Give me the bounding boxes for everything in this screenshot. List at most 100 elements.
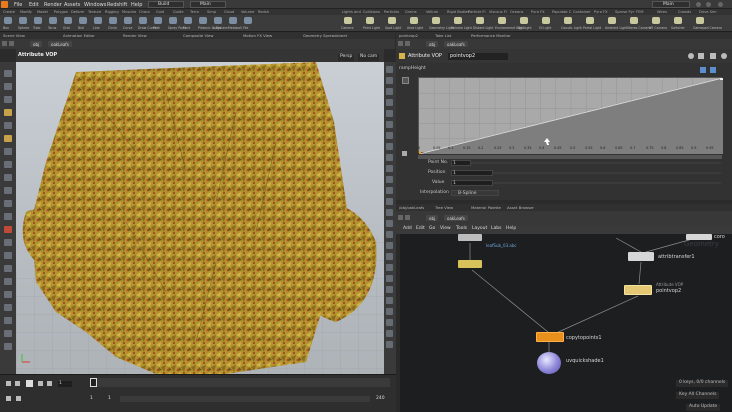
shelf-tab[interactable]: Simp — [207, 10, 216, 14]
value-slider[interactable] — [493, 182, 721, 184]
shelf-tab[interactable]: Polygon — [54, 10, 68, 14]
viewport-tool-icon[interactable] — [4, 343, 12, 350]
display-option-icon[interactable] — [386, 176, 393, 183]
net-menu-help[interactable]: Help — [506, 226, 516, 232]
shelf-tab[interactable]: Cloud — [224, 10, 234, 14]
display-option-icon[interactable] — [386, 99, 393, 106]
shelf-tab[interactable]: Texture — [88, 10, 101, 14]
shelf-tool-icon[interactable] — [94, 17, 102, 24]
forward-icon[interactable] — [405, 41, 410, 46]
menu-render[interactable]: Render — [44, 2, 62, 8]
shelf-tab[interactable]: Volume — [241, 10, 254, 14]
shelf-tab-right[interactable]: Particles — [384, 10, 399, 14]
node-name-field[interactable]: pointvop2 — [448, 53, 508, 60]
net-menu-view[interactable]: View — [440, 226, 451, 232]
auto-update[interactable]: Auto Update — [686, 404, 721, 411]
shelf-tool-icon[interactable] — [244, 17, 252, 24]
current-frame-field[interactable]: 1 — [58, 381, 72, 387]
shelf-tab[interactable]: Muscles — [122, 10, 136, 14]
shelf-tool-icon[interactable] — [184, 17, 192, 24]
viewport-tool-icon[interactable] — [4, 96, 12, 103]
shelf-tab[interactable]: Create — [3, 10, 15, 14]
shelf-tab-right[interactable]: Sparse Pyr — [615, 10, 634, 14]
node-copytopoints[interactable] — [536, 332, 564, 342]
display-option-icon[interactable] — [386, 220, 393, 227]
path-oakleafs[interactable]: oakLeafs — [48, 41, 72, 47]
help-icon[interactable] — [698, 53, 704, 59]
shelf-tool-icon[interactable] — [139, 17, 147, 24]
network-pane-tab[interactable]: Material Palette — [471, 205, 501, 210]
shelf-tool-icon[interactable] — [169, 17, 177, 24]
back-icon[interactable] — [398, 41, 403, 46]
display-option-icon[interactable] — [386, 297, 393, 304]
net-menu-layout[interactable]: Layout — [472, 226, 487, 232]
viewport-tool-icon[interactable] — [4, 200, 12, 207]
frame-playhead[interactable] — [90, 378, 97, 387]
viewport-tool-icon[interactable] — [4, 291, 12, 298]
node-corner[interactable] — [686, 234, 712, 240]
shelf-tab-right[interactable]: Pyro FX — [531, 10, 545, 14]
light-tool-icon[interactable] — [696, 17, 704, 24]
shelf-tab[interactable]: Chara — [139, 10, 150, 14]
display-option-icon[interactable] — [386, 264, 393, 271]
display-option-icon[interactable] — [386, 286, 393, 293]
frame-slider[interactable] — [90, 378, 390, 387]
shelf-tab-right[interactable]: FEM — [636, 10, 643, 14]
shelf-tab[interactable]: Modify — [20, 10, 32, 14]
close-icon[interactable] — [718, 2, 723, 7]
back-icon[interactable] — [2, 41, 7, 46]
display-option-icon[interactable] — [386, 187, 393, 194]
jump-start-icon[interactable] — [6, 381, 11, 386]
display-option-icon[interactable] — [386, 209, 393, 216]
shelf-tool-icon[interactable] — [34, 17, 42, 24]
shelf-tool-icon[interactable] — [109, 17, 117, 24]
path-oakleafs[interactable]: oakLeafs — [444, 215, 468, 221]
shelf-tab-right[interactable]: Pyro FX — [594, 10, 608, 14]
viewport-tool-icon[interactable] — [4, 70, 12, 77]
display-option-icon[interactable] — [386, 88, 393, 95]
network-pane-tab[interactable]: Asset Browser — [507, 205, 534, 210]
play-icon[interactable] — [38, 381, 43, 386]
light-tool-icon[interactable] — [498, 17, 506, 24]
point-no-field[interactable]: 1 — [451, 160, 471, 166]
forward-icon[interactable] — [405, 215, 410, 220]
forward-icon[interactable] — [9, 41, 14, 46]
viewport-tool-icon[interactable] — [4, 174, 12, 181]
shelf-tool-icon[interactable] — [229, 17, 237, 24]
viewport-tool-icon[interactable] — [4, 304, 12, 311]
network-editor[interactable]: Geometry leafSub_03.abc attribtransfer1 … — [396, 234, 732, 412]
shelf-tab-right[interactable]: Rigid Bodies — [447, 10, 469, 14]
range-start-2[interactable]: 1 — [108, 396, 111, 402]
viewport-tool-icon[interactable] — [4, 161, 12, 168]
light-tool-icon[interactable] — [542, 17, 550, 24]
display-option-icon[interactable] — [386, 231, 393, 238]
left-pane-tab[interactable]: Geometry Spreadsheet — [303, 33, 347, 38]
menu-assets[interactable]: Assets — [64, 2, 80, 8]
range-start[interactable]: 1 — [90, 396, 93, 402]
build-dropdown[interactable]: Build — [148, 1, 184, 8]
display-option-icon[interactable] — [386, 66, 393, 73]
light-tool-icon[interactable] — [564, 17, 572, 24]
net-menu-labs[interactable]: Labs — [491, 226, 501, 232]
display-option-icon[interactable] — [386, 319, 393, 326]
shelf-tab-right[interactable]: Drive Sim — [699, 10, 717, 14]
viewport-tool-icon[interactable] — [4, 122, 12, 129]
shelf-tab-right[interactable]: Oceans — [510, 10, 523, 14]
display-option-icon[interactable] — [386, 132, 393, 139]
range-end[interactable]: 240 — [376, 396, 385, 402]
shelf-tool-icon[interactable] — [199, 17, 207, 24]
viewport-tool-icon[interactable] — [4, 213, 12, 220]
network-pane-tab[interactable]: Tree View — [435, 205, 453, 210]
right-pane-tab[interactable]: Performance Monitor — [471, 33, 511, 38]
ramp-editor[interactable] — [418, 77, 723, 154]
viewport-tool-icon[interactable] — [4, 317, 12, 324]
step-back-icon[interactable] — [15, 381, 20, 386]
collapse-icon[interactable] — [402, 151, 407, 156]
light-tool-icon[interactable] — [586, 17, 594, 24]
range-slider[interactable] — [120, 396, 370, 402]
light-tool-icon[interactable] — [366, 17, 374, 24]
realtime-icon[interactable] — [16, 396, 21, 401]
net-menu-edit[interactable]: Edit — [416, 226, 425, 232]
camera-menu[interactable]: No cam — [358, 54, 380, 61]
key-all-channels[interactable]: Key All Channels — [676, 392, 720, 399]
